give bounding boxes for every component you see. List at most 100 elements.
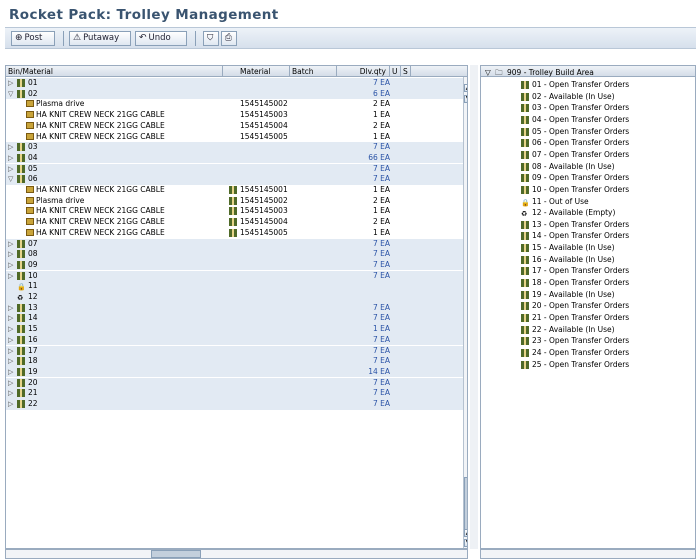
tree-item[interactable]: 🔒 11 - Out of Use — [481, 196, 695, 208]
tree-item[interactable]: 03 - Open Transfer Orders — [481, 102, 695, 114]
collapse-icon[interactable]: ▽ — [485, 67, 491, 79]
material-row[interactable]: HA KNIT CREW NECK 21GG CABLE 1545145001 1 … — [6, 185, 467, 196]
bin-row[interactable]: ▽ 06 7 EA — [6, 174, 467, 185]
expand-icon[interactable]: ▷ — [8, 313, 13, 324]
column-bin-material[interactable]: Bin/Material — [6, 66, 223, 77]
column-unit[interactable]: U — [390, 66, 401, 77]
scroll-down-icon[interactable]: ▼ — [464, 95, 467, 103]
bin-row[interactable]: ▷ 03 7 EA — [6, 142, 467, 153]
scroll-up-icon[interactable]: ▲ — [464, 84, 467, 92]
undo-button[interactable]: ↶ Undo — [135, 31, 187, 46]
material-row[interactable]: HA KNIT CREW NECK 21GG CABLE 1545145003 1 … — [6, 110, 467, 121]
tree-item[interactable]: 15 - Available (In Use) — [481, 242, 695, 254]
tree-item[interactable]: 16 - Available (In Use) — [481, 254, 695, 266]
expand-icon[interactable]: ▷ — [8, 239, 13, 250]
bin-row[interactable]: ▷ 17 7 EA — [6, 345, 467, 357]
bin-row[interactable]: ▷ 15 1 EA — [6, 324, 467, 335]
bin-row[interactable]: ▷ 19 14 EA — [6, 366, 467, 378]
bin-row[interactable]: ▷ 13 7 EA — [6, 302, 467, 314]
material-row[interactable]: Plasma drive 1545145002 2 EA — [6, 99, 467, 110]
tree-item[interactable]: 14 - Open Transfer Orders — [481, 230, 695, 242]
putaway-button[interactable]: ⚠ Putaway — [69, 31, 131, 46]
bin-row[interactable]: ▷ 01 7 EA — [6, 78, 467, 89]
column-material[interactable]: Material — [238, 66, 290, 77]
bin-row[interactable]: ▷ 08 7 EA — [6, 249, 467, 260]
tree-item[interactable]: 09 - Open Transfer Orders — [481, 172, 695, 184]
expand-icon[interactable]: ▷ — [8, 142, 13, 153]
expand-icon[interactable]: ▷ — [8, 260, 13, 271]
tree-item[interactable]: 04 - Open Transfer Orders — [481, 114, 695, 126]
expand-icon[interactable]: ▷ — [8, 356, 13, 367]
expand-icon[interactable]: ▷ — [8, 335, 13, 346]
expand-icon[interactable]: ▷ — [8, 388, 13, 399]
tree-item[interactable]: 17 - Open Transfer Orders — [481, 265, 695, 277]
print-button[interactable]: ⎙ — [221, 31, 237, 46]
tree-item[interactable]: 19 - Available (In Use) — [481, 289, 695, 301]
scroll-thumb[interactable] — [464, 477, 467, 537]
material-row[interactable]: HA KNIT CREW NECK 21GG CABLE 1545145003 1 … — [6, 206, 467, 217]
bin-row[interactable]: ▷ 04 66 EA — [6, 152, 467, 164]
tree-root[interactable]: ▽ 🗀 909 - Trolley Build Area — [481, 67, 695, 79]
expand-icon[interactable]: ▷ — [8, 78, 13, 89]
material-row[interactable]: HA KNIT CREW NECK 21GG CABLE 1545145005 1 … — [6, 228, 467, 239]
tree-item[interactable]: 18 - Open Transfer Orders — [481, 277, 695, 289]
expand-icon[interactable]: ▷ — [8, 367, 13, 378]
bin-row[interactable]: ▷ 22 7 EA — [6, 399, 467, 410]
tree-item-label: 06 - Open Transfer Orders — [532, 138, 630, 148]
column-status[interactable]: S — [401, 66, 411, 77]
expand-icon[interactable]: ▷ — [8, 153, 13, 164]
material-row[interactable]: HA KNIT CREW NECK 21GG CABLE 1545145005 1 … — [6, 132, 467, 143]
tree-item[interactable]: 05 - Open Transfer Orders — [481, 126, 695, 138]
tree-item[interactable]: 25 - Open Transfer Orders — [481, 359, 695, 371]
tree-item[interactable]: 02 - Available (In Use) — [481, 91, 695, 103]
material-row[interactable]: Plasma drive 1545145002 2 EA — [6, 196, 467, 207]
collapse-icon[interactable]: ▽ — [8, 174, 13, 185]
bin-row[interactable]: ▷ 14 7 EA — [6, 313, 467, 324]
tree-item[interactable]: 07 - Open Transfer Orders — [481, 149, 695, 161]
expand-icon[interactable]: ▷ — [8, 164, 13, 175]
tree-item[interactable]: ♻ 12 - Available (Empty) — [481, 207, 695, 219]
tree-item[interactable]: 24 - Open Transfer Orders — [481, 347, 695, 359]
bin-row[interactable]: ▷ 07 7 EA — [6, 238, 467, 250]
tree-item[interactable]: 10 - Open Transfer Orders — [481, 184, 695, 196]
expand-icon[interactable]: ▷ — [8, 378, 13, 389]
vertical-scrollbar[interactable]: ▲ ▼ ▲ ▼ — [463, 77, 467, 548]
material-row[interactable]: HA KNIT CREW NECK 21GG CABLE 1545145004 2 … — [6, 121, 467, 132]
tree-item[interactable]: 21 - Open Transfer Orders — [481, 312, 695, 324]
expand-icon[interactable]: ▷ — [8, 399, 13, 410]
collapse-icon[interactable]: ▽ — [8, 89, 13, 100]
tree-item[interactable]: 08 - Available (In Use) — [481, 161, 695, 173]
bin-row[interactable]: ▷ 05 7 EA — [6, 163, 467, 175]
bin-row[interactable]: ▷ 16 7 EA — [6, 334, 467, 346]
horizontal-scrollbar[interactable] — [5, 549, 468, 559]
scroll-down-icon[interactable]: ▼ — [464, 539, 467, 547]
bin-row[interactable]: ▷ 20 7 EA — [6, 377, 467, 389]
material-row[interactable]: HA KNIT CREW NECK 21GG CABLE 1545145004 2 … — [6, 217, 467, 228]
tree-item[interactable]: 01 - Open Transfer Orders — [481, 79, 695, 91]
tree-item[interactable]: 06 - Open Transfer Orders — [481, 137, 695, 149]
tree-item[interactable]: 20 - Open Transfer Orders — [481, 300, 695, 312]
tree-horizontal-scrollbar[interactable] — [480, 549, 696, 559]
scroll-up-icon[interactable]: ▲ — [464, 529, 467, 537]
tree-item[interactable]: 23 - Open Transfer Orders — [481, 335, 695, 347]
expand-icon[interactable]: ▷ — [8, 303, 13, 314]
bin-row[interactable]: ♻ 12 — [6, 292, 467, 303]
bin-row[interactable]: ▷ 10 7 EA — [6, 270, 467, 282]
pane-splitter[interactable] — [470, 65, 478, 549]
tree-item[interactable]: 13 - Open Transfer Orders — [481, 219, 695, 231]
expand-icon[interactable]: ▷ — [8, 346, 13, 357]
expand-icon[interactable]: ▷ — [8, 271, 13, 282]
expand-icon[interactable]: ▷ — [8, 249, 13, 260]
bin-row[interactable]: ▷ 09 7 EA — [6, 259, 467, 271]
bin-row[interactable]: ▽ 02 6 EA — [6, 88, 467, 100]
post-button[interactable]: ⊕ Post — [11, 31, 55, 46]
bin-row[interactable]: ▷ 21 7 EA — [6, 388, 467, 399]
bin-row[interactable]: ▷ 18 7 EA — [6, 356, 467, 367]
expand-icon[interactable]: ▷ — [8, 324, 13, 335]
column-batch[interactable]: Batch — [290, 66, 337, 77]
filter-button[interactable]: ⛉ — [203, 31, 219, 46]
tree-item[interactable]: 22 - Available (In Use) — [481, 324, 695, 336]
column-dlv-qty[interactable]: Dlv.qty — [337, 66, 390, 77]
bin-row[interactable]: 🔒 11 — [6, 281, 467, 292]
scroll-thumb[interactable] — [151, 550, 201, 558]
